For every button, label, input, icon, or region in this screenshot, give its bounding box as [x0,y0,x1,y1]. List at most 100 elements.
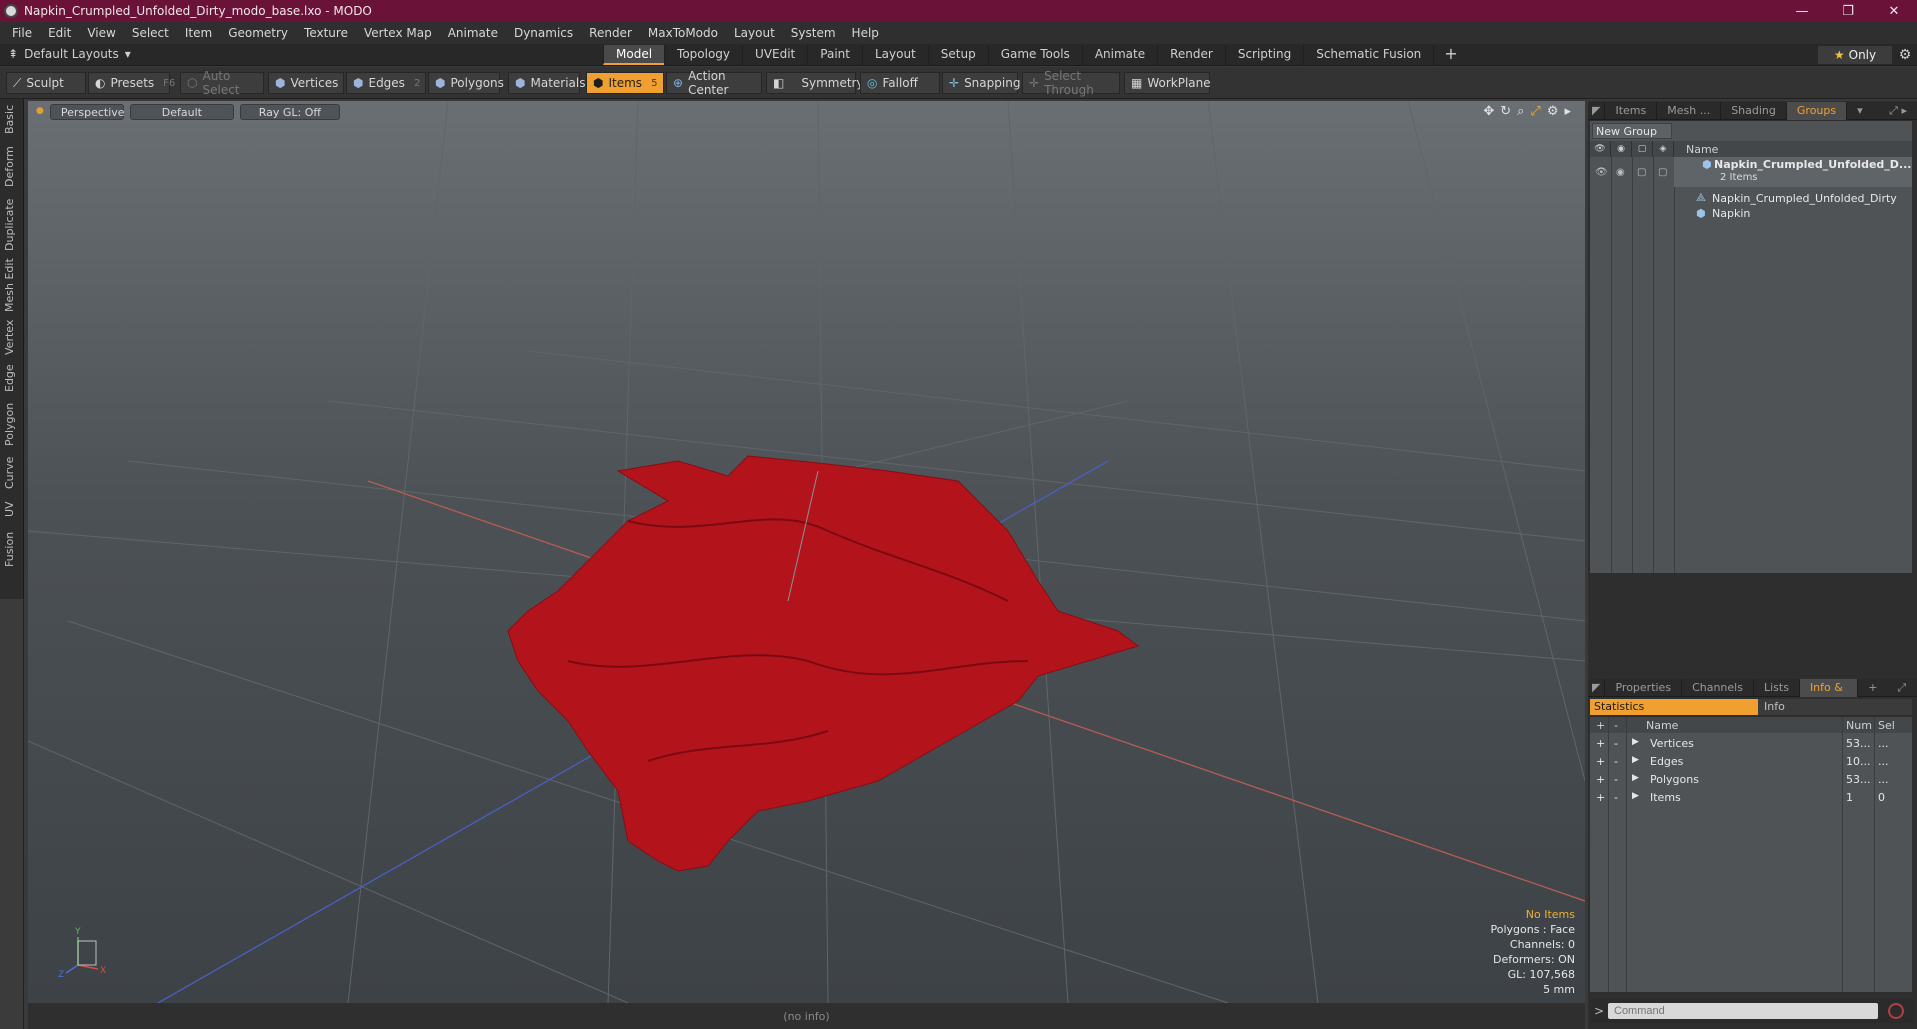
group-row[interactable]: 👁 ◉ ▢ ▢ ⬢ Napkin_Crumpled_Unfolded_D... … [1590,158,1912,183]
rotate-icon[interactable]: ↻ [1500,104,1511,119]
menu-dynamics[interactable]: Dynamics [506,26,581,40]
group-child-row[interactable]: ⬢ Napkin [1590,205,1912,221]
sculpt-button[interactable]: ⟋ Sculpt [6,72,86,94]
triangle-right-icon[interactable]: ▶ [1632,773,1639,783]
tab-game-tools[interactable]: Game Tools [987,45,1082,65]
menu-maxtomodo[interactable]: MaxToModo [640,26,726,40]
shading-default-button[interactable]: Default [129,104,234,120]
expand-button[interactable]: + [1596,755,1605,768]
collapse-all-button[interactable]: - [1614,719,1618,732]
materials-button[interactable]: ⬢ Materials [508,72,586,94]
info-tab[interactable]: Info [1758,699,1912,715]
tab-animate[interactable]: Animate [1081,45,1157,65]
gear-icon[interactable]: ⚙ [1893,46,1917,64]
group-child-row[interactable]: ⟁ Napkin_Crumpled_Unfolded_Dirty [1590,190,1912,206]
tab-mesh[interactable]: Mesh ... [1657,101,1722,120]
record-macro-icon[interactable] [1888,1003,1904,1019]
tab-duplicate[interactable]: Duplicate [3,197,21,253]
stats-row-items[interactable]: + - ▶ Items 1 0 [1590,789,1912,807]
menu-edit[interactable]: Edit [40,26,79,40]
perspective-button[interactable]: Perspective [49,104,125,120]
menu-geometry[interactable]: Geometry [220,26,296,40]
3d-viewport[interactable]: ● Perspective Default Ray GL: Off ✥ ↻ ⌕ … [28,101,1585,1003]
tab-basic[interactable]: Basic [3,103,21,135]
visibility-col-icon[interactable]: 👁 [1590,141,1611,157]
menu-view[interactable]: View [79,26,123,40]
tab-properties[interactable]: Properties [1605,678,1683,697]
raygl-button[interactable]: Ray GL: Off [239,104,340,120]
lock-col-icon[interactable]: ▢ [1632,141,1653,157]
tab-items[interactable]: Items [1605,101,1658,120]
group-select-icon[interactable]: ▢ [1658,167,1667,178]
group-visibility-icon[interactable]: 👁 [1595,167,1608,178]
presets-button[interactable]: ◐ Presets F6 [88,72,175,94]
triangle-right-icon[interactable]: ▶ [1632,737,1639,747]
menu-item[interactable]: Item [177,26,220,40]
tab-setup[interactable]: Setup [927,45,988,65]
tab-deform[interactable]: Deform [3,145,21,189]
workplane-button[interactable]: ▦ WorkPlane [1124,72,1211,94]
napkin-mesh[interactable] [507,455,1140,872]
tab-curve[interactable]: Curve [3,453,21,493]
menu-texture[interactable]: Texture [296,26,356,40]
collapse-button[interactable]: - [1614,755,1618,768]
stats-row-edges[interactable]: + - ▶ Edges 10... ... [1590,753,1912,771]
symmetry-button[interactable]: ◧ Symmetry [766,72,864,94]
maximize-button[interactable]: ❐ [1825,0,1871,22]
only-button[interactable]: ★ Only [1818,46,1892,64]
expand-button[interactable]: + [1596,737,1605,750]
polygons-button[interactable]: ⬢ Polygons [428,72,504,94]
tab-scripting[interactable]: Scripting [1224,45,1303,65]
expand-panel-icon[interactable]: ⤢ ▸ [1879,102,1917,120]
tab-paint[interactable]: Paint [807,45,862,65]
more-arrow-icon[interactable]: ▸ [1564,104,1571,119]
expand-all-button[interactable]: + [1596,719,1605,732]
tab-info-stats[interactable]: Info & Stat... [1799,678,1859,712]
tab-model[interactable]: Model [603,45,665,65]
edges-button[interactable]: ⬢ Edges 2 [346,72,426,94]
tab-vertex[interactable]: Vertex [3,317,21,357]
statistics-tab[interactable]: Statistics [1590,699,1758,715]
tab-edge[interactable]: Edge [3,361,21,395]
group-lock-icon[interactable]: ▢ [1637,167,1646,178]
auto-select-button[interactable]: ⬡ Auto Select [180,69,264,97]
items-button[interactable]: ⬢ Items 5 [586,72,664,94]
menu-render[interactable]: Render [581,26,640,40]
collapse-button[interactable]: - [1614,791,1618,804]
pan-icon[interactable]: ✥ [1483,104,1494,119]
tab-uv[interactable]: UV [3,497,21,521]
expand-panel-icon[interactable]: ⤢ ▸ [1887,679,1917,712]
expand-button[interactable]: + [1596,791,1605,804]
triangle-right-icon[interactable]: ▶ [1632,755,1639,765]
add-tab-button[interactable]: + [1433,45,1467,65]
vertices-button[interactable]: ⬢ Vertices 1 [268,72,354,94]
tab-mesh-edit[interactable]: Mesh Edit [3,257,21,313]
menu-help[interactable]: Help [844,26,887,40]
collapse-button[interactable]: - [1614,737,1618,750]
menu-select[interactable]: Select [124,26,177,40]
fit-icon[interactable]: ⤢ [1530,104,1540,119]
tab-shading[interactable]: Shading [1721,101,1787,120]
tab-topology[interactable]: Topology [664,45,742,65]
menu-layout[interactable]: Layout [726,26,783,40]
group-render-icon[interactable]: ◉ [1616,167,1625,178]
close-button[interactable]: ✕ [1871,0,1917,22]
tab-channels[interactable]: Channels [1682,678,1754,697]
tab-uvedit[interactable]: UVEdit [742,45,807,65]
menu-system[interactable]: System [783,26,844,40]
tabs-dropdown-icon[interactable]: ▾ [1847,102,1873,120]
collapse-button[interactable]: - [1614,773,1618,786]
tab-schematic-fusion[interactable]: Schematic Fusion [1303,45,1433,65]
expand-button[interactable]: + [1596,773,1605,786]
render-col-icon[interactable]: ◉ [1611,141,1632,157]
stats-row-vertices[interactable]: + - ▶ Vertices 53... ... [1590,735,1912,753]
zoom-icon[interactable]: ⌕ [1517,104,1524,119]
snapping-button[interactable]: ✛ Snapping [942,72,1020,94]
triangle-right-icon[interactable]: ▶ [1632,791,1639,801]
menu-file[interactable]: File [4,26,40,40]
action-center-button[interactable]: ⊕ Action Center [666,69,762,97]
menu-vertex-map[interactable]: Vertex Map [356,26,440,40]
menu-animate[interactable]: Animate [440,26,506,40]
tab-polygon[interactable]: Polygon [3,399,21,449]
stats-row-polygons[interactable]: + - ▶ Polygons 53... ... [1590,771,1912,789]
